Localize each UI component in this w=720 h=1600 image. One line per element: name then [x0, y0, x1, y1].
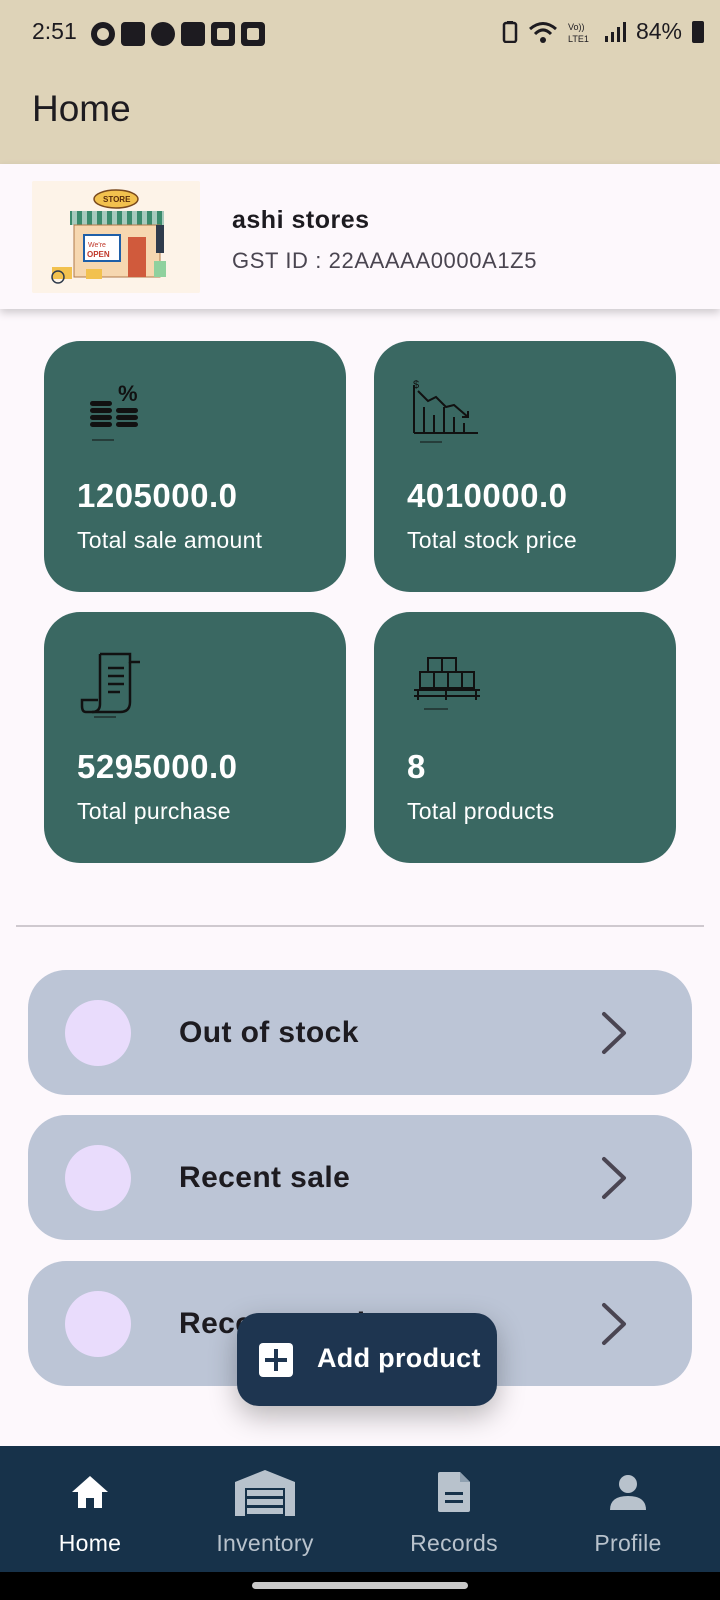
stat-value: 5295000.0 [77, 748, 238, 785]
stat-label: Total products [407, 798, 555, 824]
youtube-icon [181, 22, 205, 46]
gallery-icon [241, 22, 265, 46]
home-gesture-handle[interactable] [252, 1582, 468, 1589]
stat-label: Total purchase [77, 798, 231, 824]
svg-text:Vo)): Vo)) [568, 22, 585, 32]
chart-down-icon: $ [413, 379, 478, 443]
stat-label: Total stock price [407, 527, 577, 553]
system-navigation-bar [0, 1572, 720, 1600]
nav-inventory[interactable]: Inventory [175, 1446, 355, 1572]
store-gst-id: GST ID : 22AAAAA0000A1Z5 [232, 248, 538, 273]
whatsapp-icon [91, 22, 115, 46]
row-avatar [65, 1291, 131, 1357]
row-label: Recent sale [179, 1161, 351, 1194]
row-avatar [65, 1145, 131, 1211]
home-icon [72, 1476, 108, 1508]
row-label: Out of stock [179, 1016, 359, 1049]
coins-percent-icon: % [90, 381, 138, 441]
add-product-label: Add product [317, 1343, 481, 1373]
nav-profile[interactable]: Profile [538, 1446, 718, 1572]
chevron-right-icon [602, 1303, 626, 1345]
nav-records[interactable]: Records [364, 1446, 544, 1572]
store-illustration-icon: STORE We're OPEN [32, 181, 200, 293]
stat-card-total-stock-price[interactable]: $ 4010000.0 Total stock price [374, 341, 676, 592]
nav-home[interactable]: Home [0, 1446, 180, 1572]
row-out-of-stock[interactable]: Out of stock [28, 970, 692, 1095]
status-time: 2:51 [32, 18, 77, 44]
page-title: Home [32, 88, 131, 129]
svg-text:$: $ [413, 379, 419, 391]
play-icon [151, 22, 175, 46]
boxes-pallet-icon [414, 657, 480, 710]
status-bar: 2:51 Vo)) LTE1 84% [0, 0, 720, 64]
person-icon [610, 1475, 646, 1510]
nav-label: Home [58, 1530, 122, 1556]
signal-icon [604, 21, 626, 42]
battery-saver-icon [502, 20, 518, 43]
store-name: ashi stores [232, 206, 370, 234]
check-icon [211, 22, 235, 46]
linkedin-icon [121, 22, 145, 46]
stat-value: 8 [407, 748, 426, 785]
warehouse-icon [235, 1470, 295, 1516]
system-icons: Vo)) LTE1 84% [502, 18, 704, 45]
notification-icons [91, 22, 265, 46]
stat-card-total-sale[interactable]: % 1205000.0 Total sale amount [44, 341, 346, 592]
store-image: STORE We're OPEN [32, 181, 200, 293]
document-icon [438, 1472, 470, 1512]
svg-text:We're: We're [88, 242, 106, 249]
store-card: STORE We're OPEN ashi stores GST ID : 22… [0, 164, 720, 309]
add-icon [259, 1343, 293, 1377]
bottom-navigation: Home Inventory Records Profile [0, 1446, 720, 1572]
wifi-icon [528, 21, 557, 43]
row-recent-sale[interactable]: Recent sale [28, 1115, 692, 1240]
svg-text:LTE1: LTE1 [568, 34, 589, 44]
receipt-icon [80, 652, 140, 718]
chevron-right-icon [602, 1157, 626, 1199]
battery-icon [692, 20, 704, 43]
stat-label: Total sale amount [77, 527, 263, 553]
svg-text:OPEN: OPEN [87, 250, 110, 259]
volte-icon: Vo)) LTE1 [568, 22, 589, 44]
app-bar: Home [0, 64, 720, 164]
add-product-button[interactable]: Add product [237, 1313, 497, 1406]
svg-text:STORE: STORE [103, 195, 131, 204]
nav-label: Inventory [216, 1530, 314, 1556]
stat-value: 1205000.0 [77, 477, 238, 514]
stat-card-total-products[interactable]: 8 Total products [374, 612, 676, 863]
battery-level: 84% [635, 18, 682, 44]
chevron-right-icon [602, 1012, 626, 1054]
stat-value: 4010000.0 [407, 477, 568, 514]
row-avatar [65, 1000, 131, 1066]
nav-label: Profile [594, 1530, 662, 1556]
nav-label: Records [410, 1530, 498, 1556]
svg-text:%: % [118, 381, 138, 406]
section-divider [16, 925, 704, 927]
stat-card-total-purchase[interactable]: 5295000.0 Total purchase [44, 612, 346, 863]
